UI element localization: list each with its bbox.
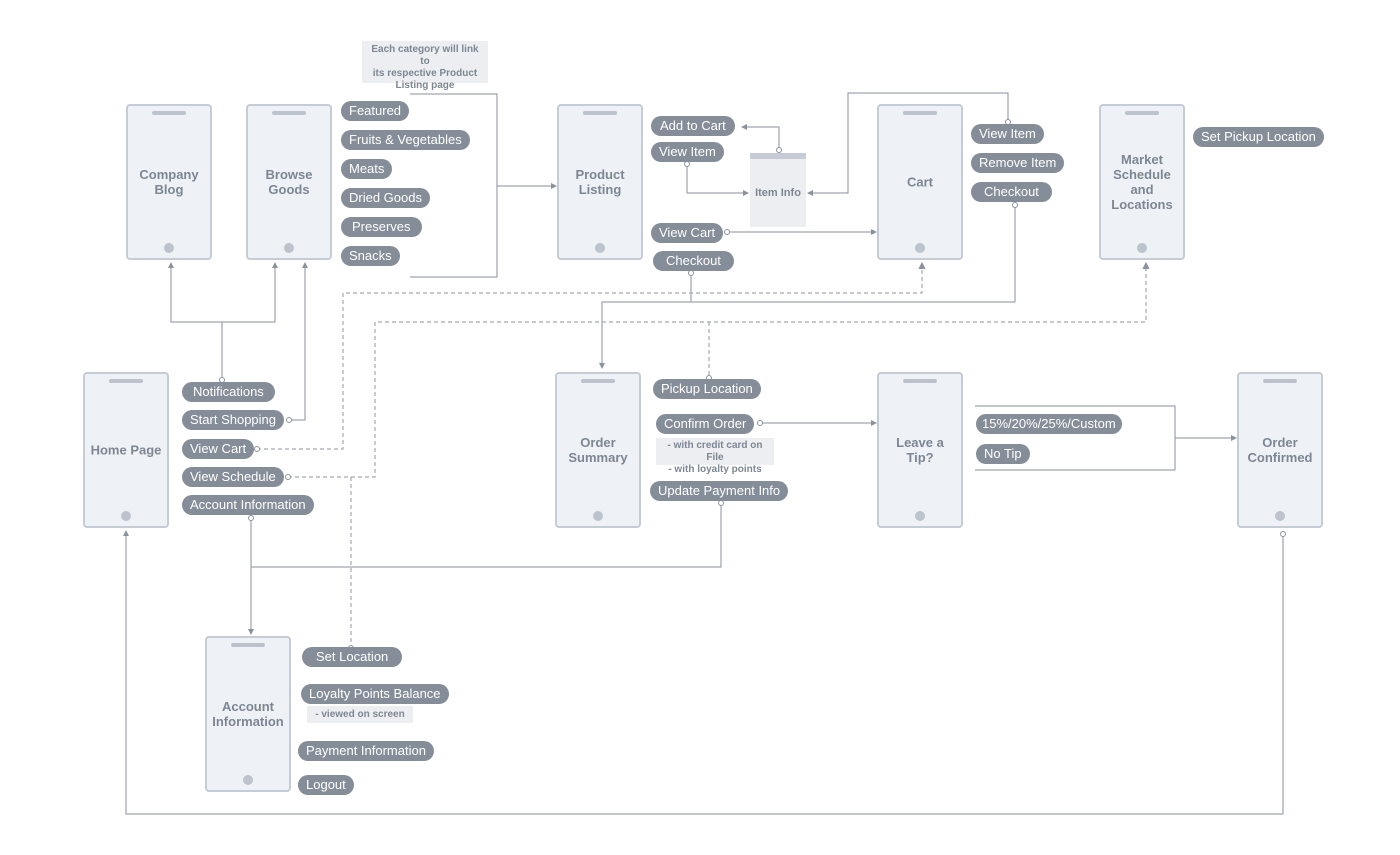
home-button-icon (284, 243, 294, 253)
screen-title: Leave a Tip? (896, 435, 944, 465)
confirm-order-note: - with credit card on File - with loyalt… (656, 438, 774, 475)
home-button-icon (1137, 243, 1147, 253)
remove-item-button[interactable]: Remove Item (971, 153, 1065, 173)
screen-title: Browse Goods (265, 167, 313, 197)
speaker-icon (109, 379, 143, 383)
category-meats[interactable]: Meats (341, 159, 393, 179)
speaker-icon (231, 643, 265, 647)
connector-view-item (686, 164, 749, 196)
home-button-icon (595, 243, 605, 253)
screen-product-listing[interactable]: Product Listing (557, 104, 643, 260)
set-location-button[interactable]: Set Location (302, 647, 403, 667)
screen-order-confirmed[interactable]: Order Confirmed (1237, 372, 1323, 528)
screen-market-schedule[interactable]: Market Schedule and Locations (1099, 104, 1185, 260)
screen-title: Home Page (90, 442, 162, 458)
screen-title: Cart (906, 174, 933, 190)
checkout-button[interactable]: Checkout (653, 251, 734, 271)
view-schedule-button[interactable]: View Schedule (182, 467, 284, 487)
logout-button[interactable]: Logout (298, 775, 354, 795)
screen-browse-goods[interactable]: Browse Goods (246, 104, 332, 260)
screen-item-info[interactable]: Item Info (750, 153, 806, 227)
speaker-icon (581, 379, 615, 383)
connector-checkout (599, 273, 692, 369)
connector-cart-checkout (691, 205, 1016, 303)
home-button-icon (1275, 511, 1285, 521)
screen-cart[interactable]: Cart (877, 104, 963, 260)
screen-title: Order Confirmed (1247, 435, 1313, 465)
screen-title: Order Summary (568, 435, 628, 465)
connector-notifications (168, 262, 223, 380)
cart-view-item-button[interactable]: View Item (971, 124, 1044, 144)
speaker-icon (583, 111, 617, 115)
speaker-icon (903, 379, 937, 383)
payment-information-button[interactable]: Payment Information (298, 741, 434, 761)
connector-start-shopping (289, 262, 308, 421)
home-button-icon (243, 775, 253, 785)
screen-title: Market Schedule and Locations (1111, 152, 1173, 212)
screen-title: Item Info (755, 187, 801, 199)
screen-home-page[interactable]: Home Page (83, 372, 169, 528)
screen-account-information[interactable]: Account Information (205, 636, 291, 792)
view-cart-button[interactable]: View Cart (651, 223, 724, 243)
loyalty-note: - viewed on screen (307, 706, 413, 723)
confirm-order-button[interactable]: Confirm Order (656, 414, 755, 434)
screen-company-blog[interactable]: Company Blog (126, 104, 212, 260)
category-snacks[interactable]: Snacks (341, 246, 400, 266)
loyalty-points-balance-button[interactable]: Loyalty Points Balance (301, 684, 449, 704)
speaker-icon (1125, 111, 1159, 115)
no-tip-button[interactable]: No Tip (976, 444, 1030, 464)
connector-return-home (123, 530, 1284, 815)
notifications-button[interactable]: Notifications (182, 382, 275, 402)
connector-categories-to-listing (410, 93, 498, 278)
view-item-button[interactable]: View Item (651, 142, 724, 162)
account-information-button[interactable]: Account Information (182, 495, 314, 515)
home-button-icon (121, 511, 131, 521)
speaker-icon (903, 111, 937, 115)
speaker-icon (272, 111, 306, 115)
category-dried-goods[interactable]: Dried Goods (341, 188, 430, 208)
connector-add-to-cart (741, 124, 780, 150)
home-button-icon (915, 243, 925, 253)
category-note: Each category will link to its respectiv… (362, 41, 488, 91)
category-preserves[interactable]: Preserves (341, 217, 422, 237)
cart-checkout-button[interactable]: Checkout (971, 182, 1052, 202)
home-view-cart-button[interactable]: View Cart (182, 439, 255, 459)
update-payment-info-button[interactable]: Update Payment Info (650, 481, 789, 501)
category-featured[interactable]: Featured (341, 101, 410, 121)
tip-percentage-button[interactable]: 15%/20%/25%/Custom (976, 414, 1122, 434)
connector-update-payment (251, 503, 722, 568)
home-button-icon (164, 243, 174, 253)
start-shopping-button[interactable]: Start Shopping (182, 410, 285, 430)
screen-title: Company Blog (139, 167, 199, 197)
set-pickup-location-button[interactable]: Set Pickup Location (1193, 127, 1324, 147)
home-button-icon (915, 511, 925, 521)
screen-leave-tip[interactable]: Leave a Tip? (877, 372, 963, 528)
add-to-cart-button[interactable]: Add to Cart (651, 116, 735, 136)
speaker-icon (1263, 379, 1297, 383)
pickup-location-button[interactable]: Pickup Location (653, 379, 761, 399)
speaker-icon (152, 111, 186, 115)
category-fruits-vegetables[interactable]: Fruits & Vegetables (341, 130, 470, 150)
screen-title: Product Listing (575, 167, 625, 197)
home-button-icon (593, 511, 603, 521)
screen-title: Account Information (212, 699, 284, 729)
screen-order-summary[interactable]: Order Summary (555, 372, 641, 528)
